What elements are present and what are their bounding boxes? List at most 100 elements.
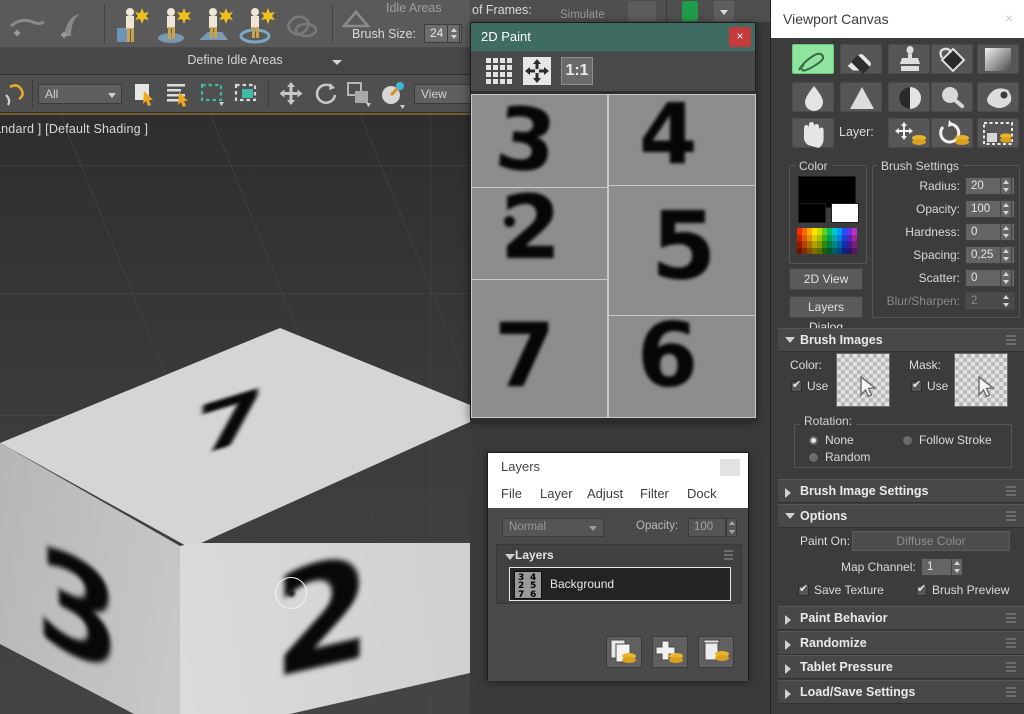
load-save-settings-rollout[interactable]: Load/Save Settings xyxy=(778,680,1024,704)
paint-bucket-tool[interactable] xyxy=(931,44,973,74)
painted-box-object[interactable]: 7 3 2 xyxy=(0,328,470,714)
viewport[interactable]: 7 3 2 xyxy=(0,115,470,714)
ramp-icon[interactable] xyxy=(52,4,94,46)
color-palette[interactable] xyxy=(797,228,857,254)
layers-opacity-input[interactable]: 100 xyxy=(688,518,726,537)
rotate-icon[interactable] xyxy=(310,79,340,109)
layers-dialog[interactable]: Layers File Layer Adjust Filter Dock Nor… xyxy=(487,452,749,681)
zoom-1-1-button[interactable]: 1:1 xyxy=(561,57,593,85)
gradient-tool[interactable] xyxy=(977,44,1019,74)
paint-2d-titlebar[interactable]: 2D Paint × xyxy=(471,23,755,51)
spacing-spinner[interactable] xyxy=(1000,246,1012,264)
sharpen-tool[interactable] xyxy=(840,82,882,112)
blend-mode-combo[interactable]: Normal xyxy=(502,518,604,537)
menu-dock[interactable]: Dock xyxy=(687,486,717,501)
paint-2d-window[interactable]: 2D Paint × 1:1 3 4 2 5 7 6 xyxy=(470,22,757,421)
uv-tile[interactable]: 7 xyxy=(471,279,608,418)
smudge-tool[interactable] xyxy=(931,82,973,112)
viewport-canvas-titlebar[interactable]: Viewport Canvas × xyxy=(771,0,1024,38)
grid-line xyxy=(0,165,470,166)
define-idle-areas-bar[interactable]: Define Idle Areas xyxy=(0,48,470,75)
list-item[interactable]: 34 25 76 Background xyxy=(509,567,731,601)
paint-behavior-rollout[interactable]: Paint Behavior xyxy=(778,606,1024,630)
brush-image-settings-rollout[interactable]: Brush Image Settings xyxy=(778,479,1024,503)
uv-tile[interactable]: 3 xyxy=(471,94,608,197)
opacity-label: Opacity: xyxy=(915,202,960,216)
dodge-burn-tool[interactable] xyxy=(888,82,930,112)
idle-standing-icon[interactable] xyxy=(154,4,196,46)
select-object-icon[interactable] xyxy=(130,79,160,109)
hand-pan-tool[interactable] xyxy=(792,118,834,148)
randomize-rollout[interactable]: Randomize xyxy=(778,631,1024,655)
idle-seated-icon[interactable] xyxy=(112,4,154,46)
move-icon[interactable] xyxy=(276,79,306,109)
foreground-color-swatch[interactable] xyxy=(798,203,826,223)
grid-icon[interactable] xyxy=(485,57,513,85)
tablet-pressure-rollout[interactable]: Tablet Pressure xyxy=(778,655,1024,679)
brush-size-spinner[interactable] xyxy=(447,24,460,43)
minimize-icon[interactable] xyxy=(720,459,740,476)
hardness-spinner[interactable] xyxy=(1000,223,1012,241)
layers-opacity-spinner[interactable] xyxy=(726,518,737,537)
move-layer-icon[interactable] xyxy=(888,118,930,148)
options-rollout[interactable]: Options xyxy=(778,504,1024,528)
layers-rollout[interactable]: Layers 34 25 76 Background xyxy=(496,544,742,604)
select-by-name-icon[interactable] xyxy=(164,79,194,109)
populate-green-icon[interactable] xyxy=(682,1,698,21)
radius-spinner[interactable] xyxy=(1000,177,1012,195)
blur-tool[interactable] xyxy=(792,82,834,112)
snap-icon[interactable] xyxy=(378,79,408,109)
uv-tile[interactable]: 2 xyxy=(471,187,608,282)
duplicate-layer-button[interactable] xyxy=(606,636,642,668)
layers-dialog-title: Layers xyxy=(501,459,541,474)
idle-area-icon[interactable] xyxy=(196,4,238,46)
paintbrush-tool[interactable] xyxy=(792,44,834,74)
uv-tile[interactable]: 5 xyxy=(608,185,756,318)
2d-view-button[interactable]: 2D View xyxy=(789,268,863,290)
close-icon[interactable]: × xyxy=(999,9,1019,29)
brush-color-image-thumbnail[interactable] xyxy=(836,353,890,407)
divider xyxy=(32,80,33,108)
box-face-front[interactable]: 2 xyxy=(180,524,470,714)
idle-circle-icon[interactable] xyxy=(238,4,280,46)
map-channel-spinner[interactable] xyxy=(951,558,963,576)
link-icon[interactable] xyxy=(2,79,32,109)
select-region-window-icon[interactable] xyxy=(232,79,262,109)
brush-mask-image-thumbnail[interactable] xyxy=(954,353,1008,407)
pan-icon[interactable] xyxy=(523,57,551,85)
brush-color-use-label: Use xyxy=(807,379,829,393)
background-color-swatch[interactable] xyxy=(831,203,859,223)
divider xyxy=(268,80,269,108)
uv-tile[interactable]: 6 xyxy=(608,315,756,418)
close-icon[interactable]: × xyxy=(729,27,751,47)
select-region-rect-icon[interactable] xyxy=(198,79,228,109)
opacity-spinner[interactable] xyxy=(1000,200,1012,218)
clone-stamp-tool[interactable] xyxy=(888,44,930,74)
triangle-right-icon xyxy=(785,689,791,699)
scatter-spinner[interactable] xyxy=(1000,269,1012,287)
delete-layer-button[interactable] xyxy=(698,636,734,668)
uv-tile[interactable]: 4 xyxy=(608,94,756,186)
menu-layer[interactable]: Layer xyxy=(540,486,573,501)
map-channel-label: Map Channel: xyxy=(841,560,916,574)
menu-adjust[interactable]: Adjust xyxy=(587,486,623,501)
chevron-down-icon xyxy=(108,93,116,98)
eraser-tool[interactable] xyxy=(840,44,882,74)
smear-tool[interactable] xyxy=(977,82,1019,112)
menu-file[interactable]: File xyxy=(501,486,522,501)
flow-area-icon[interactable] xyxy=(282,4,324,46)
paint-2d-canvas[interactable]: 3 4 2 5 7 6 xyxy=(471,91,757,421)
scale-icon[interactable] xyxy=(344,79,374,109)
layers-dialog-button[interactable]: Layers Dialog xyxy=(789,296,863,334)
menu-filter[interactable]: Filter xyxy=(640,486,669,501)
layers-dialog-body: Normal Opacity: 100 Layers 34 25 76 Back… xyxy=(488,508,748,681)
brush-images-rollout[interactable]: Brush Images xyxy=(778,328,1024,352)
layers-dialog-titlebar[interactable]: Layers xyxy=(488,453,748,481)
selection-filter-combo[interactable]: All xyxy=(38,84,122,104)
layer-bounds-icon[interactable] xyxy=(977,118,1019,148)
dropdown-arrow-button[interactable] xyxy=(714,1,734,21)
flow-icon[interactable] xyxy=(6,4,48,46)
rotate-layer-icon[interactable] xyxy=(931,118,973,148)
add-layer-button[interactable] xyxy=(652,636,688,668)
uv-tile-digit: 3 xyxy=(490,94,561,194)
